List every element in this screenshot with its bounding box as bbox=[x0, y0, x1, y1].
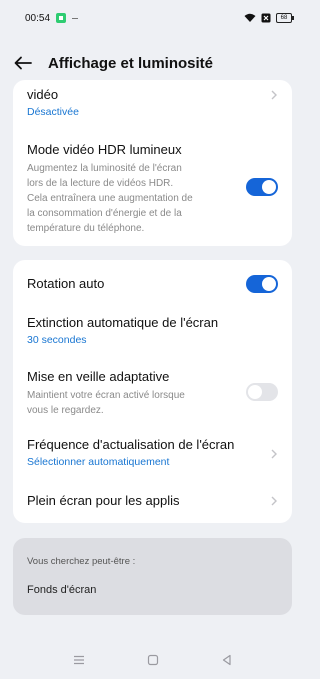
status-time: 00:54 bbox=[25, 12, 51, 24]
hdr-video-title: Mode vidéo HDR lumineux bbox=[27, 142, 182, 157]
hdr-settings-card: vidéo Désactivée Mode vidéo HDR lumineux… bbox=[13, 80, 292, 246]
refresh-rate-title: Fréquence d'actualisation de l'écran bbox=[27, 437, 235, 452]
toggle-knob bbox=[248, 385, 262, 399]
suggestion-wallpaper-link[interactable]: Fonds d'écran bbox=[27, 584, 96, 596]
title-bar: Affichage et luminosité bbox=[0, 46, 305, 80]
back-triangle-icon[interactable] bbox=[221, 654, 233, 666]
status-bar: 00:54 68 bbox=[0, 0, 305, 36]
status-right: 68 bbox=[244, 13, 294, 23]
adaptive-sleep-title: Mise en veille adaptative bbox=[27, 369, 170, 384]
chevron-right-icon bbox=[271, 449, 277, 459]
refresh-rate-row[interactable]: Fréquence d'actualisation de l'écran Sél… bbox=[27, 437, 278, 473]
navigation-bar bbox=[0, 640, 305, 679]
screen-timeout-value: 30 secondes bbox=[27, 334, 87, 346]
fullscreen-apps-row[interactable]: Plein écran pour les applis bbox=[27, 493, 278, 511]
hdr-desc-line: Cela entraînera une augmentation de bbox=[27, 193, 193, 204]
battery-icon: 68 bbox=[276, 13, 294, 23]
status-left: 00:54 bbox=[25, 12, 79, 24]
menu-icon[interactable] bbox=[73, 655, 85, 665]
toggle-knob bbox=[262, 277, 276, 291]
video-setting-row[interactable]: vidéo Désactivée bbox=[27, 87, 278, 127]
screen-timeout-title: Extinction automatique de l'écran bbox=[27, 315, 219, 330]
hdr-video-toggle[interactable] bbox=[246, 178, 278, 196]
video-setting-title: vidéo bbox=[27, 87, 59, 102]
auto-rotate-row[interactable]: Rotation auto bbox=[27, 274, 278, 296]
screen-timeout-row[interactable]: Extinction automatique de l'écran 30 sec… bbox=[27, 315, 278, 351]
back-button[interactable] bbox=[3, 46, 43, 80]
notification-dash-icon bbox=[72, 17, 79, 19]
refresh-rate-value: Sélectionner automatiquement bbox=[27, 456, 170, 468]
chevron-right-icon bbox=[271, 90, 277, 100]
wifi-icon bbox=[244, 13, 256, 22]
hdr-desc-line: la consommation d'énergie et de la bbox=[27, 208, 182, 219]
adaptive-sleep-toggle[interactable] bbox=[246, 383, 278, 401]
auto-rotate-title: Rotation auto bbox=[27, 276, 105, 291]
hdr-desc-line: Augmentez la luminosité de l'écran bbox=[27, 163, 182, 174]
adaptive-sleep-row[interactable]: Mise en veille adaptative Maintient votr… bbox=[27, 369, 278, 419]
suggestions-card: Vous cherchez peut-être : Fonds d'écran bbox=[13, 538, 292, 615]
hdr-video-description: Augmentez la luminosité de l'écran lors … bbox=[27, 161, 242, 236]
adaptive-desc-line: vous le regardez. bbox=[27, 405, 104, 416]
adaptive-desc-line: Maintient votre écran activé lorsque bbox=[27, 390, 185, 401]
battery-level: 68 bbox=[280, 15, 288, 21]
adaptive-sleep-description: Maintient votre écran activé lorsque vou… bbox=[27, 388, 242, 418]
video-setting-value: Désactivée bbox=[27, 106, 79, 118]
home-icon[interactable] bbox=[147, 654, 159, 666]
back-arrow-icon bbox=[14, 56, 32, 70]
hdr-video-row[interactable]: Mode vidéo HDR lumineux Augmentez la lum… bbox=[27, 142, 278, 242]
page-title: Affichage et luminosité bbox=[48, 54, 214, 72]
suggestions-label: Vous cherchez peut-être : bbox=[27, 556, 136, 567]
auto-rotate-toggle[interactable] bbox=[246, 275, 278, 293]
chevron-right-icon bbox=[271, 496, 277, 506]
fullscreen-apps-title: Plein écran pour les applis bbox=[27, 493, 180, 508]
notification-app-icon bbox=[56, 13, 67, 23]
sim-icon bbox=[261, 13, 271, 23]
hdr-desc-line: température du téléphone. bbox=[27, 223, 145, 234]
screen-settings-card: Rotation auto Extinction automatique de … bbox=[13, 260, 292, 523]
toggle-knob bbox=[262, 180, 276, 194]
hdr-desc-line: lors de la lecture de vidéos HDR. bbox=[27, 178, 174, 189]
